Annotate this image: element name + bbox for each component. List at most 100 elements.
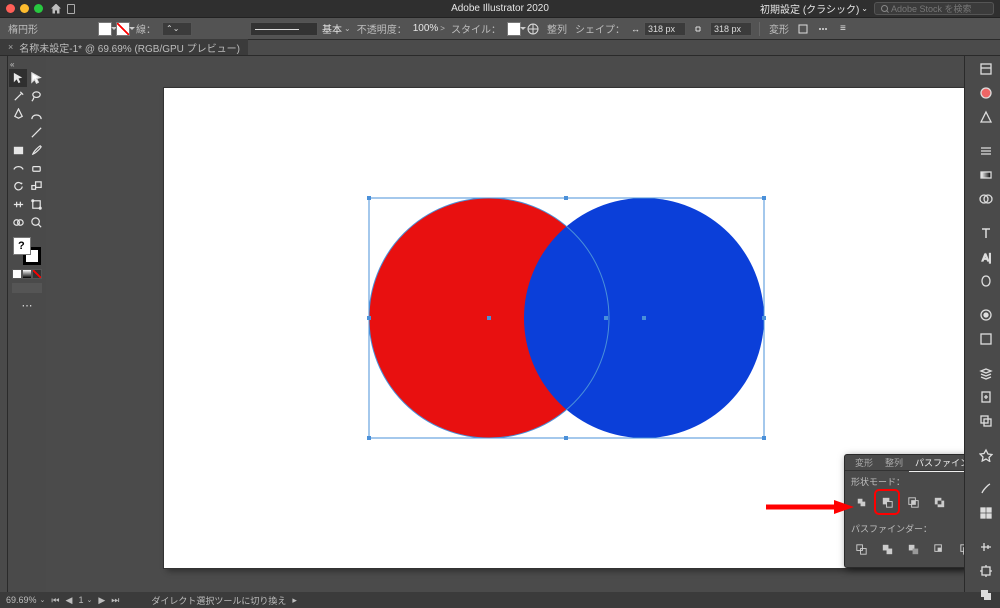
stroke-profile-dropdown[interactable] xyxy=(250,22,318,36)
width-tool[interactable] xyxy=(9,195,27,213)
home-icon[interactable] xyxy=(51,4,61,14)
artboard-nav-last-icon[interactable]: ⏭ xyxy=(111,595,119,606)
pen-tool[interactable] xyxy=(9,105,27,123)
rectangle-tool[interactable] xyxy=(9,141,27,159)
appearance-panel-icon[interactable] xyxy=(978,308,994,322)
color-mode-icon[interactable] xyxy=(12,269,22,279)
graphic-styles-panel-icon[interactable] xyxy=(978,332,994,346)
pathfinder-panel-icon[interactable] xyxy=(978,588,994,602)
stroke-swatch[interactable] xyxy=(116,22,130,36)
divide-button[interactable] xyxy=(851,539,871,559)
unite-button[interactable] xyxy=(851,492,871,512)
minus-front-button[interactable] xyxy=(877,492,897,512)
color-guide-panel-icon[interactable] xyxy=(978,110,994,124)
asset-export-panel-icon[interactable] xyxy=(978,390,994,404)
fill-stroke-control[interactable]: ? xyxy=(11,237,43,265)
trim-button[interactable] xyxy=(877,539,897,559)
crop-button[interactable] xyxy=(929,539,949,559)
tool-hint-more-icon[interactable]: ▸ xyxy=(292,595,297,606)
transform-panel-icon[interactable] xyxy=(978,564,994,578)
swatches-panel-icon[interactable] xyxy=(978,506,994,520)
align-panel-icon[interactable] xyxy=(978,540,994,554)
line-tool[interactable] xyxy=(27,123,45,141)
align-tab[interactable]: 整列 xyxy=(879,454,909,471)
stroke-weight-input[interactable]: ⌃⌄ xyxy=(162,22,192,36)
direct-selection-tool[interactable] xyxy=(27,69,45,87)
graphic-style-swatch[interactable] xyxy=(507,22,521,36)
document-icon[interactable] xyxy=(67,4,75,14)
rotate-tool[interactable] xyxy=(9,177,27,195)
color-panel-icon[interactable] xyxy=(978,86,994,100)
close-tab-icon[interactable]: × xyxy=(8,42,13,52)
recolor-icon[interactable] xyxy=(525,22,541,36)
opentype-panel-icon[interactable] xyxy=(978,274,994,288)
gradient-mode-icon[interactable] xyxy=(22,269,32,279)
canvas-area[interactable]: 変形 整列 パスファインダー » ≡ 形状モード： xyxy=(46,56,964,592)
intersect-button[interactable] xyxy=(903,492,923,512)
artboard-nav-first-icon[interactable]: ⏮ xyxy=(51,595,59,606)
window-traffic-lights[interactable] xyxy=(6,4,43,13)
workspace-label: 初期設定 (クラシック) xyxy=(760,1,859,16)
shaper-tool[interactable] xyxy=(9,159,27,177)
artboard-number-field[interactable]: 1⌄ xyxy=(78,595,92,605)
opacity-input[interactable]: 100% > xyxy=(413,23,445,34)
draw-inside-icon[interactable] xyxy=(32,283,42,293)
search-placeholder: Adobe Stock を検索 xyxy=(891,2,972,15)
shape-height-input[interactable]: 318 px xyxy=(710,22,752,36)
layers-panel-icon[interactable] xyxy=(978,366,994,380)
more-icon[interactable] xyxy=(815,22,831,36)
artboards-panel-icon[interactable] xyxy=(978,414,994,428)
lasso-tool[interactable] xyxy=(27,87,45,105)
transform-tab[interactable]: 変形 xyxy=(849,454,879,471)
fill-color-icon[interactable]: ? xyxy=(13,237,31,255)
fill-swatch[interactable] xyxy=(98,22,112,36)
selection-tool[interactable] xyxy=(9,69,27,87)
brushes-panel-icon[interactable] xyxy=(978,482,994,496)
scale-tool[interactable] xyxy=(27,177,45,195)
style-label: スタイル： xyxy=(451,21,501,36)
stroke-style-dropdown[interactable]: 基本⌄ xyxy=(322,21,351,36)
symbols-panel-icon[interactable] xyxy=(978,448,994,462)
type-panel-icon[interactable] xyxy=(978,226,994,240)
collapse-tools-icon[interactable]: « xyxy=(10,60,14,69)
paintbrush-tool[interactable] xyxy=(27,141,45,159)
workspace-dropdown[interactable]: 初期設定 (クラシック) ⌄ xyxy=(760,1,868,16)
artboard-nav-next-icon[interactable]: ▶ xyxy=(98,595,105,606)
link-wh-icon[interactable] xyxy=(690,22,706,36)
minimize-window-icon[interactable] xyxy=(20,4,29,13)
glyphs-panel-icon[interactable]: A| xyxy=(978,250,994,264)
transform-label[interactable]: 変形 xyxy=(769,21,789,36)
pathfinder-tab[interactable]: パスファインダー xyxy=(909,454,964,472)
zoom-tool[interactable] xyxy=(27,213,45,231)
edit-toolbar-icon[interactable]: ⋯ xyxy=(22,299,33,312)
isolate-icon[interactable] xyxy=(795,22,811,36)
panel-menu-icon[interactable]: ≡ xyxy=(835,22,851,36)
shape-builder-tool[interactable] xyxy=(9,213,27,231)
shape-modes-label: 形状モード： xyxy=(845,471,964,490)
stock-search-input[interactable]: Adobe Stock を検索 xyxy=(874,2,994,15)
stroke-label: 線： xyxy=(136,21,156,36)
shape-width-input[interactable]: 318 px xyxy=(644,22,686,36)
stroke-panel-icon[interactable] xyxy=(978,144,994,158)
draw-normal-icon[interactable] xyxy=(12,283,22,293)
magic-wand-tool[interactable] xyxy=(9,87,27,105)
none-mode-icon[interactable] xyxy=(32,269,42,279)
curvature-tool[interactable] xyxy=(27,105,45,123)
gradient-panel-icon[interactable] xyxy=(978,168,994,182)
close-window-icon[interactable] xyxy=(6,4,15,13)
outline-button[interactable] xyxy=(955,539,964,559)
zoom-field[interactable]: 69.69%⌄ xyxy=(6,595,45,605)
document-tab[interactable]: × 名称未設定-1* @ 69.69% (RGB/GPU プレビュー) xyxy=(0,39,248,55)
eraser-tool[interactable] xyxy=(27,159,45,177)
pathfinder-panel[interactable]: 変形 整列 パスファインダー » ≡ 形状モード： xyxy=(844,454,964,568)
free-transform-tool[interactable] xyxy=(27,195,45,213)
exclude-button[interactable] xyxy=(929,492,949,512)
type-tool[interactable] xyxy=(9,123,27,141)
merge-button[interactable] xyxy=(903,539,923,559)
properties-panel-icon[interactable] xyxy=(978,62,994,76)
transparency-panel-icon[interactable] xyxy=(978,192,994,206)
align-label[interactable]: 整列 xyxy=(547,21,567,36)
maximize-window-icon[interactable] xyxy=(34,4,43,13)
artboard-nav-prev-icon[interactable]: ◀ xyxy=(66,595,73,606)
draw-behind-icon[interactable] xyxy=(22,283,32,293)
